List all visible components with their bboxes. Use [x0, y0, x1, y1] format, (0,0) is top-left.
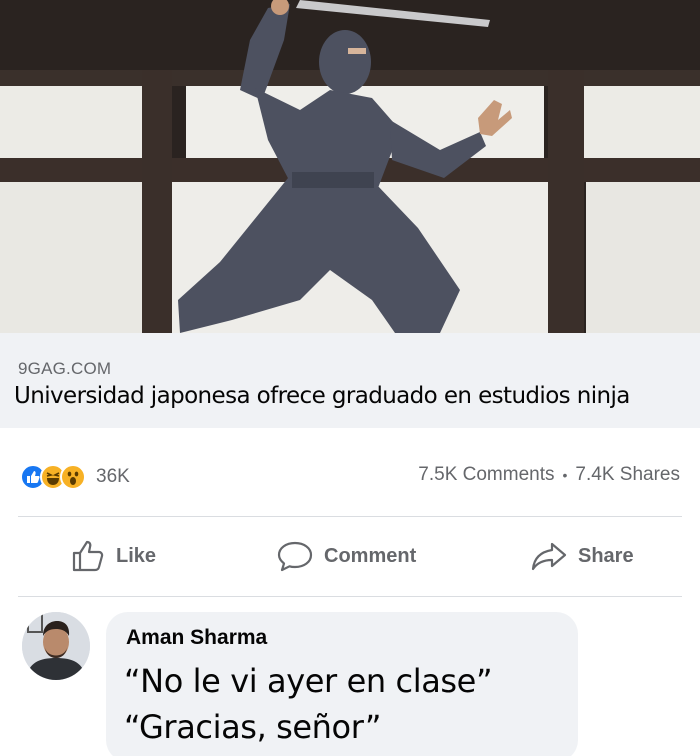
like-label: Like: [116, 544, 157, 567]
reactions-summary[interactable]: 36K: [20, 462, 130, 492]
comment-bubble: Aman Sharma “No le vi ayer en clase” “Gr…: [106, 612, 578, 756]
comment-bubble-icon: [277, 541, 313, 572]
comment-item: Aman Sharma “No le vi ayer en clase” “Gr…: [0, 596, 700, 756]
engagement-counts: 7.5K Comments • 7.4K Shares: [418, 464, 680, 486]
thumbs-up-icon: [72, 540, 104, 572]
wow-reaction-icon: [60, 464, 86, 490]
comment-author[interactable]: Aman Sharma: [126, 626, 267, 650]
share-label: Share: [578, 544, 634, 567]
share-arrow-icon: [531, 542, 567, 571]
comment-text-line-2: “Gracias, señor”: [124, 708, 382, 746]
post-image[interactable]: [0, 0, 700, 333]
comment-button[interactable]: Comment: [276, 538, 416, 574]
reaction-count: 36K: [96, 466, 130, 487]
post-stats: 36K 7.5K Comments • 7.4K Shares: [0, 428, 700, 516]
link-title[interactable]: Universidad japonesa ofrece graduado en …: [14, 383, 630, 409]
like-button[interactable]: Like: [70, 538, 156, 574]
comment-text-line-1: “No le vi ayer en clase”: [124, 662, 493, 700]
link-domain: 9GAG.COM: [18, 359, 112, 378]
separator-dot: •: [562, 467, 568, 483]
avatar[interactable]: [22, 612, 90, 680]
shares-count[interactable]: 7.4K Shares: [575, 464, 680, 486]
link-preview[interactable]: 9GAG.COM Universidad japonesa ofrece gra…: [0, 333, 700, 428]
comments-count[interactable]: 7.5K Comments: [418, 464, 554, 486]
share-button[interactable]: Share: [530, 538, 634, 574]
ninja-photo: [0, 0, 700, 333]
profile-picture: [22, 612, 90, 680]
post-actions: Like Comment Share: [0, 516, 700, 596]
comment-label: Comment: [324, 544, 417, 567]
